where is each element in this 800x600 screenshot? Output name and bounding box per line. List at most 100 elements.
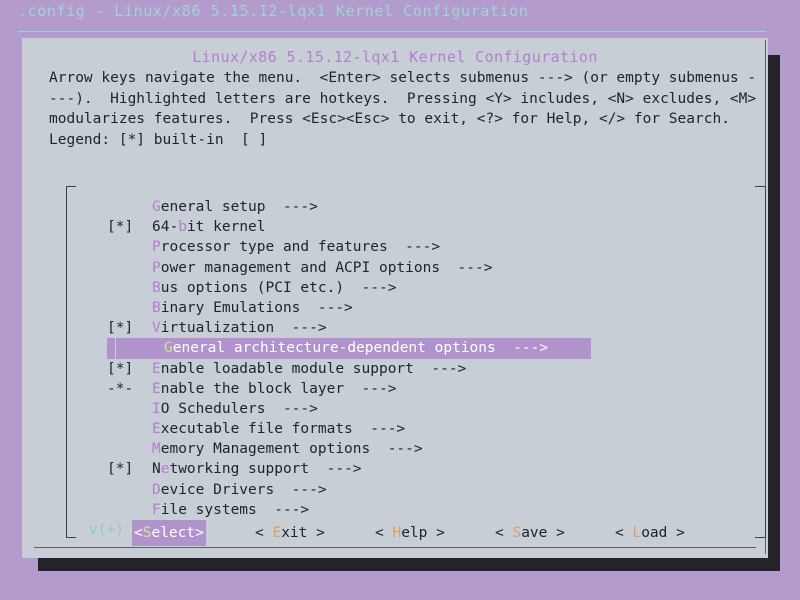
menu-item-hotkey: E <box>152 380 161 397</box>
menu-item-text: -*- Enable the block layer ---> <box>107 381 396 397</box>
menu-item-label: tworking support ---> <box>169 461 362 478</box>
menu-item-text: General setup ---> <box>107 199 318 215</box>
menu-item-label: rocessor type and features ---> <box>160 239 441 256</box>
menu-item-text: Binary Emulations ---> <box>107 300 353 316</box>
button-bracket-left: < <box>375 525 393 541</box>
menu-item-text: [*] Enable loadable module support ---> <box>107 361 466 377</box>
button-hotkey: H <box>392 525 402 541</box>
menu-item-label: irtualization ---> <box>160 320 327 337</box>
menu-item-text: Bus options (PCI etc.) ---> <box>107 280 396 296</box>
menu-item-text: IO Schedulers ---> <box>107 401 318 417</box>
menu-item-text: Device Drivers ---> <box>107 482 327 498</box>
menu-item-label: evice Drivers ---> <box>160 481 327 498</box>
menu-item-label: eneral architecture-dependent options --… <box>172 340 549 357</box>
menu-item[interactable]: Bus options (PCI etc.) ---> <box>66 278 766 298</box>
menu-item-label: nable loadable module support ---> <box>160 360 467 377</box>
menu-item[interactable]: General setup ---> <box>66 197 766 217</box>
screen: .config - Linux/x86 5.15.12-lqx1 Kernel … <box>0 0 800 600</box>
menu-item-label: eneral setup ---> <box>160 199 318 215</box>
menu-item-selected[interactable]: General architecture-dependent options -… <box>66 338 766 359</box>
help-button[interactable]: < Help > <box>373 520 447 546</box>
menu-item[interactable]: File systems ---> <box>66 500 766 520</box>
menu-item-text: [*] 64-bit kernel <box>107 219 266 235</box>
menu-item-hotkey: I <box>152 400 161 417</box>
exit-button[interactable]: < Exit > <box>253 520 327 546</box>
menu-item-hotkey: B <box>152 299 161 316</box>
menu-item-label: ile systems ---> <box>160 501 310 518</box>
menu-item-label: xecutable file formats ---> <box>160 421 406 438</box>
menu-item-text: Processor type and features ---> <box>107 239 440 255</box>
button-label: xit > <box>281 525 325 541</box>
menu-item-hotkey: M <box>152 441 161 458</box>
menu-item-flag: [*] <box>107 360 134 377</box>
button-label: elect> <box>151 525 204 541</box>
terminal-window-title: .config - Linux/x86 5.15.12-lqx1 Kernel … <box>18 2 529 20</box>
menu-item-hotkey: b <box>178 219 187 236</box>
button-label: oad > <box>641 525 685 541</box>
menu-item-flag: [*] <box>107 461 134 478</box>
menu-item-flag: [*] <box>107 219 134 236</box>
dialog-title: Linux/x86 5.15.12-lqx1 Kernel Configurat… <box>192 48 598 66</box>
menu-item-label: nable the block layer ---> <box>160 380 397 397</box>
menu-item[interactable]: IO Schedulers ---> <box>66 399 766 419</box>
selection-cursor-block <box>107 338 116 359</box>
menu-item-text: General architecture-dependent options -… <box>119 340 548 356</box>
button-hotkey: S <box>512 525 522 541</box>
dialog-border-bottom <box>34 547 756 548</box>
button-hotkey: E <box>272 525 282 541</box>
menu-item-hotkey: B <box>152 279 161 296</box>
menu-item-label-prefix: 64- <box>152 219 179 236</box>
button-bracket-left: < <box>134 525 143 541</box>
menu-item[interactable]: [*] 64-bit kernel <box>66 217 766 237</box>
menu-item-text: Power management and ACPI options ---> <box>107 260 492 276</box>
menu-item[interactable]: Executable file formats ---> <box>66 419 766 439</box>
menu-frame-top-right <box>755 186 765 187</box>
menu-item[interactable]: Processor type and features ---> <box>66 237 766 257</box>
menu-item-label: O Schedulers ---> <box>160 400 318 417</box>
menu-item-hotkey: D <box>152 481 161 498</box>
menu-item[interactable]: [*] Enable loadable module support ---> <box>66 359 766 379</box>
kernel-config-dialog: Linux/x86 5.15.12-lqx1 Kernel Configurat… <box>22 38 768 558</box>
menu-item-flag: [*] <box>107 320 134 337</box>
menu-item-hotkey: G <box>164 340 173 357</box>
menu-item-hotkey: E <box>152 360 161 377</box>
menu-item[interactable]: [*] Virtualization ---> <box>66 318 766 338</box>
menu-item-hotkey: G <box>152 199 161 215</box>
menu-item-flag: -*- <box>107 380 134 397</box>
menu-item[interactable]: -*- Enable the block layer ---> <box>66 379 766 399</box>
menu-item-text: Executable file formats ---> <box>107 421 405 437</box>
button-hotkey: L <box>632 525 642 541</box>
load-button[interactable]: < Load > <box>613 520 687 546</box>
menu-item-text: File systems ---> <box>107 502 309 518</box>
menu-item-hotkey: E <box>152 421 161 438</box>
button-label: elp > <box>401 525 445 541</box>
menu-item-label: inary Emulations ---> <box>160 299 353 316</box>
menu-item-text: [*] Virtualization ---> <box>107 320 327 336</box>
menu-item-hotkey: V <box>152 320 161 337</box>
menu-item[interactable]: Binary Emulations ---> <box>66 298 766 318</box>
menu-item-text: Memory Management options ---> <box>107 441 423 457</box>
menu-item-label: us options (PCI etc.) ---> <box>160 279 397 296</box>
menu-item[interactable]: [*] Networking support ---> <box>66 459 766 479</box>
button-bracket-left: < <box>615 525 633 541</box>
menu-item[interactable]: Power management and ACPI options ---> <box>66 258 766 278</box>
dialog-button-bar: <Select> < Exit > < Help > < Save > < Load > <box>22 520 768 546</box>
menu-item-label: emory Management options ---> <box>160 441 423 458</box>
button-bracket-left: < <box>255 525 273 541</box>
menu-item[interactable]: Memory Management options ---> <box>66 439 766 459</box>
menu-item-hotkey: P <box>152 259 161 276</box>
menu-item-label-prefix: N <box>152 461 161 478</box>
button-bracket-left: < <box>495 525 513 541</box>
terminal-title-underline <box>18 31 766 32</box>
menu-item-label: ower management and ACPI options ---> <box>160 259 493 276</box>
button-label: ave > <box>521 525 565 541</box>
menu-frame-top-left <box>66 186 76 187</box>
menu-item[interactable]: Device Drivers ---> <box>66 480 766 500</box>
menu-item-label: it kernel <box>186 219 266 236</box>
menu-item-text: [*] Networking support ---> <box>107 461 362 477</box>
menu-list: General setup ---> [*] 64-bit kernel Proces… <box>66 197 766 540</box>
menu-item-hotkey: P <box>152 239 161 256</box>
save-button[interactable]: < Save > <box>493 520 567 546</box>
dialog-help-text: Arrow keys navigate the menu. <Enter> se… <box>49 70 765 148</box>
select-button[interactable]: <Select> <box>132 520 206 546</box>
